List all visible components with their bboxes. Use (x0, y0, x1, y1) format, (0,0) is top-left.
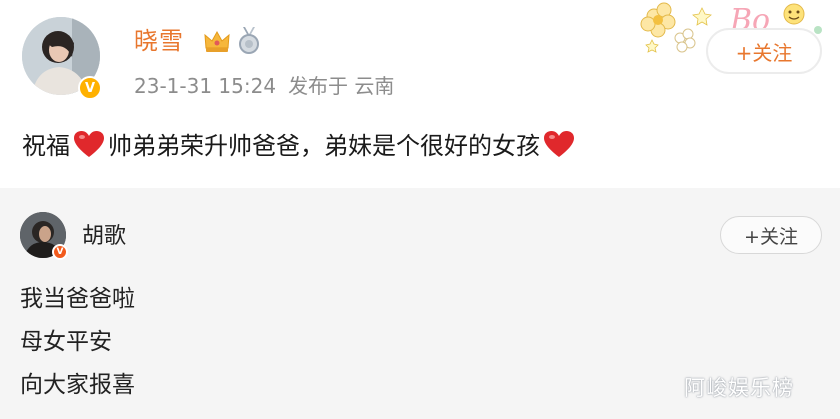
verified-badge-icon: V (78, 76, 102, 100)
post-meta: 23-1-31 15:24 发布于 云南 (134, 70, 394, 99)
post-username[interactable]: 晓雪 (134, 21, 184, 56)
post-content: 祝福 帅弟弟荣升帅爸爸，弟妹是个很好的女孩 (22, 126, 578, 161)
post-text-part-2: 帅弟弟荣升帅爸爸，弟妹是个很好的女孩 (108, 132, 540, 160)
repost-line: 母女平安 (20, 329, 112, 355)
heart-icon (74, 130, 104, 157)
weibo-post-screenshot: V 晓雪 23-1-31 15:24 发布于 云南 Bo +关注 祝福 帅弟弟荣… (0, 0, 840, 419)
medal-icon (239, 27, 259, 54)
watermark: 阿峻娱乐榜 (684, 376, 794, 400)
repost-content: 我当爸爸啦 母女平安 向大家报喜 (20, 284, 135, 413)
verified-badge-icon: V (52, 244, 68, 260)
repost-line: 向大家报喜 (20, 372, 135, 398)
crown-icon (204, 30, 230, 52)
post-location: 发布于 云南 (288, 74, 395, 98)
main-post: V 晓雪 23-1-31 15:24 发布于 云南 Bo +关注 祝福 帅弟弟荣… (0, 0, 840, 188)
follow-button[interactable]: +关注 (706, 28, 822, 74)
post-text-part-1: 祝福 (22, 132, 70, 160)
repost-username[interactable]: 胡歌 (82, 218, 126, 250)
repost-line: 我当爸爸啦 (20, 286, 135, 312)
heart-icon (544, 130, 574, 157)
repost-follow-button[interactable]: +关注 (720, 216, 822, 254)
post-timestamp: 23-1-31 15:24 (134, 74, 277, 98)
